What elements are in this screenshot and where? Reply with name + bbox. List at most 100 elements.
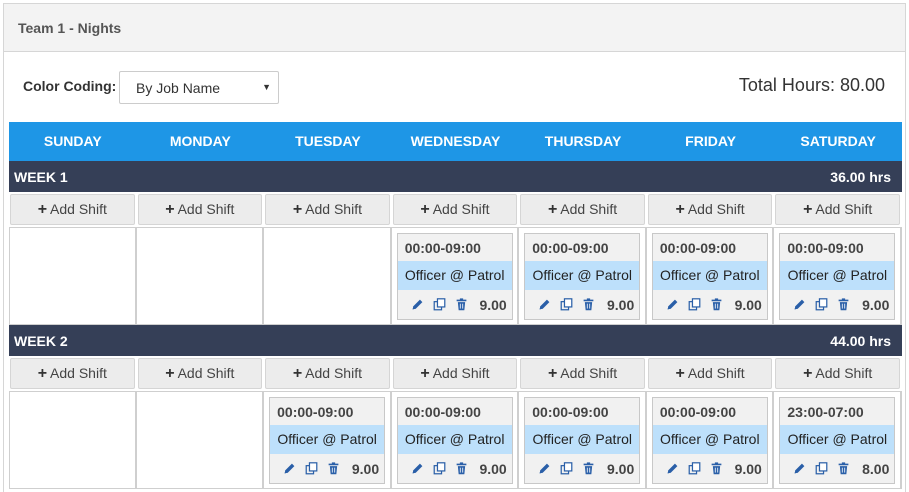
day-cell[interactable] — [9, 228, 137, 325]
shift-card[interactable]: 00:00-09:00 Officer @ Patrol 9.00 — [524, 233, 641, 320]
shift-card[interactable]: 00:00-09:00 Officer @ Patrol 9.00 — [396, 397, 513, 484]
add-shift-button[interactable]: + Add Shift — [10, 194, 135, 225]
shift-hours: 9.00 — [479, 296, 507, 313]
day-cell[interactable]: 23:00-07:00 Officer @ Patrol 8.00 — [774, 392, 902, 489]
plus-icon: + — [547, 365, 558, 382]
pencil-icon[interactable] — [793, 298, 806, 311]
trash-icon[interactable] — [837, 298, 850, 311]
add-shift-row: + Add Shift + Add Shift + Add Shift + Add Shift… — [9, 356, 902, 391]
pencil-icon[interactable] — [666, 462, 679, 475]
add-shift-button[interactable]: + Add Shift — [520, 358, 645, 389]
copy-icon[interactable] — [433, 298, 446, 311]
pencil-icon[interactable] — [538, 462, 551, 475]
plus-icon: + — [37, 365, 48, 382]
trash-icon[interactable] — [710, 462, 723, 475]
add-shift-button[interactable]: + Add Shift — [392, 194, 518, 225]
add-shift-button[interactable]: + Add Shift — [137, 194, 263, 225]
shift-time: 00:00-09:00 — [404, 404, 481, 420]
week-hours: 36.00 hrs — [830, 168, 891, 185]
trash-icon[interactable] — [455, 298, 468, 311]
schedule-grid: SUNDAY MONDAY TUESDAY WEDNESDAY THURSDAY FRID… — [9, 122, 902, 489]
plus-icon: + — [420, 201, 430, 218]
shift-time: 00:00-09:00 — [659, 404, 737, 420]
copy-icon[interactable] — [815, 462, 828, 475]
shift-card[interactable]: 00:00-09:00 Officer @ Patrol 9.00 — [524, 397, 641, 484]
pencil-icon[interactable] — [666, 298, 679, 311]
day-cell[interactable]: 00:00-09:00 Officer @ Patrol 9.00 — [391, 392, 520, 489]
day-cell[interactable] — [136, 228, 265, 325]
day-header-thursday: THURSDAY — [544, 133, 622, 149]
trash-icon[interactable] — [582, 298, 595, 311]
day-header-sunday: SUNDAY — [43, 133, 102, 149]
add-shift-label: Add Shift — [305, 365, 362, 381]
add-shift-label: Add Shift — [687, 201, 745, 217]
copy-icon[interactable] — [815, 298, 828, 311]
add-shift-button[interactable]: + Add Shift — [137, 358, 263, 389]
trash-icon[interactable] — [582, 462, 595, 475]
shift-card[interactable]: 00:00-09:00 Officer @ Patrol 9.00 — [651, 233, 768, 320]
day-cell[interactable]: 00:00-09:00 Officer @ Patrol 9.00 — [646, 228, 775, 325]
day-cell[interactable]: 00:00-09:00 Officer @ Patrol 9.00 — [519, 228, 647, 325]
day-cell[interactable] — [136, 392, 265, 489]
add-shift-cell: + Add Shift — [137, 356, 265, 391]
copy-icon[interactable] — [688, 462, 701, 475]
trash-icon[interactable] — [455, 462, 468, 475]
shift-hours: 8.00 — [862, 460, 890, 477]
shift-hours: 9.00 — [607, 296, 635, 313]
week-label: WEEK 1 — [14, 168, 68, 185]
shift-card[interactable]: 00:00-09:00 Officer @ Patrol 9.00 — [651, 397, 768, 484]
shift-hours: 9.00 — [862, 296, 890, 313]
day-cell[interactable]: 00:00-09:00 Officer @ Patrol 9.00 — [646, 392, 775, 489]
copy-icon[interactable] — [560, 298, 573, 311]
pencil-icon[interactable] — [411, 462, 424, 475]
add-shift-button[interactable]: + Add Shift — [520, 194, 645, 225]
day-cell[interactable] — [264, 228, 392, 325]
pencil-icon[interactable] — [283, 462, 296, 475]
add-shift-button[interactable]: + Add Shift — [265, 194, 390, 225]
week-bar: WEEK 2 44.00 hrs — [9, 325, 902, 356]
shift-card[interactable]: 23:00-07:00 Officer @ Patrol 8.00 — [779, 397, 896, 484]
add-shift-cell: + Add Shift — [647, 192, 775, 227]
day-cell[interactable]: 00:00-09:00 Officer @ Patrol 9.00 — [519, 392, 647, 489]
week-hours: 44.00 hrs — [830, 332, 891, 349]
shift-job: Officer @ Patrol — [652, 261, 767, 290]
day-cell[interactable]: 00:00-09:00 Officer @ Patrol 9.00 — [774, 228, 902, 325]
copy-icon[interactable] — [305, 462, 318, 475]
add-shift-button[interactable]: + Add Shift — [392, 358, 518, 389]
add-shift-cell: + Add Shift — [519, 192, 647, 227]
add-shift-button[interactable]: + Add Shift — [10, 358, 135, 389]
color-coding-select[interactable]: By Job Name ▼ — [119, 71, 279, 104]
shift-actions: 9.00 — [780, 290, 894, 319]
shift-job: Officer @ Patrol — [525, 425, 640, 454]
add-shift-button[interactable]: + Add Shift — [265, 358, 390, 389]
add-shift-button[interactable]: + Add Shift — [647, 194, 773, 225]
add-shift-button[interactable]: + Add Shift — [775, 194, 900, 225]
shift-card[interactable]: 00:00-09:00 Officer @ Patrol 9.00 — [779, 233, 896, 320]
pencil-icon[interactable] — [411, 298, 424, 311]
plus-icon: + — [547, 201, 558, 218]
shift-card[interactable]: 00:00-09:00 Officer @ Patrol 9.00 — [396, 233, 513, 320]
day-cell[interactable]: 00:00-09:00 Officer @ Patrol 9.00 — [264, 392, 392, 489]
day-header-wednesday: WEDNESDAY — [410, 133, 501, 149]
total-hours: Total Hours: 80.00 — [738, 75, 885, 95]
plus-icon: + — [675, 201, 685, 218]
add-shift-button[interactable]: + Add Shift — [775, 358, 900, 389]
day-cell[interactable]: 00:00-09:00 Officer @ Patrol 9.00 — [391, 228, 520, 325]
shift-card[interactable]: 00:00-09:00 Officer @ Patrol 9.00 — [269, 397, 386, 484]
add-shift-cell: + Add Shift — [774, 192, 902, 227]
trash-icon[interactable] — [710, 298, 723, 311]
add-shift-cell: + Add Shift — [647, 356, 775, 391]
day-cell[interactable] — [9, 392, 137, 489]
add-shift-label: Add Shift — [432, 201, 490, 217]
add-shift-button[interactable]: + Add Shift — [647, 358, 773, 389]
trash-icon[interactable] — [327, 462, 340, 475]
copy-icon[interactable] — [560, 462, 573, 475]
pencil-icon[interactable] — [538, 298, 551, 311]
pencil-icon[interactable] — [793, 462, 806, 475]
trash-icon[interactable] — [837, 462, 850, 475]
shift-time: 00:00-09:00 — [659, 240, 737, 256]
toolbar: Color Coding: By Job Name ▼ Total Hours:… — [4, 52, 905, 122]
add-shift-cell: + Add Shift — [264, 192, 392, 227]
copy-icon[interactable] — [688, 298, 701, 311]
copy-icon[interactable] — [433, 462, 446, 475]
